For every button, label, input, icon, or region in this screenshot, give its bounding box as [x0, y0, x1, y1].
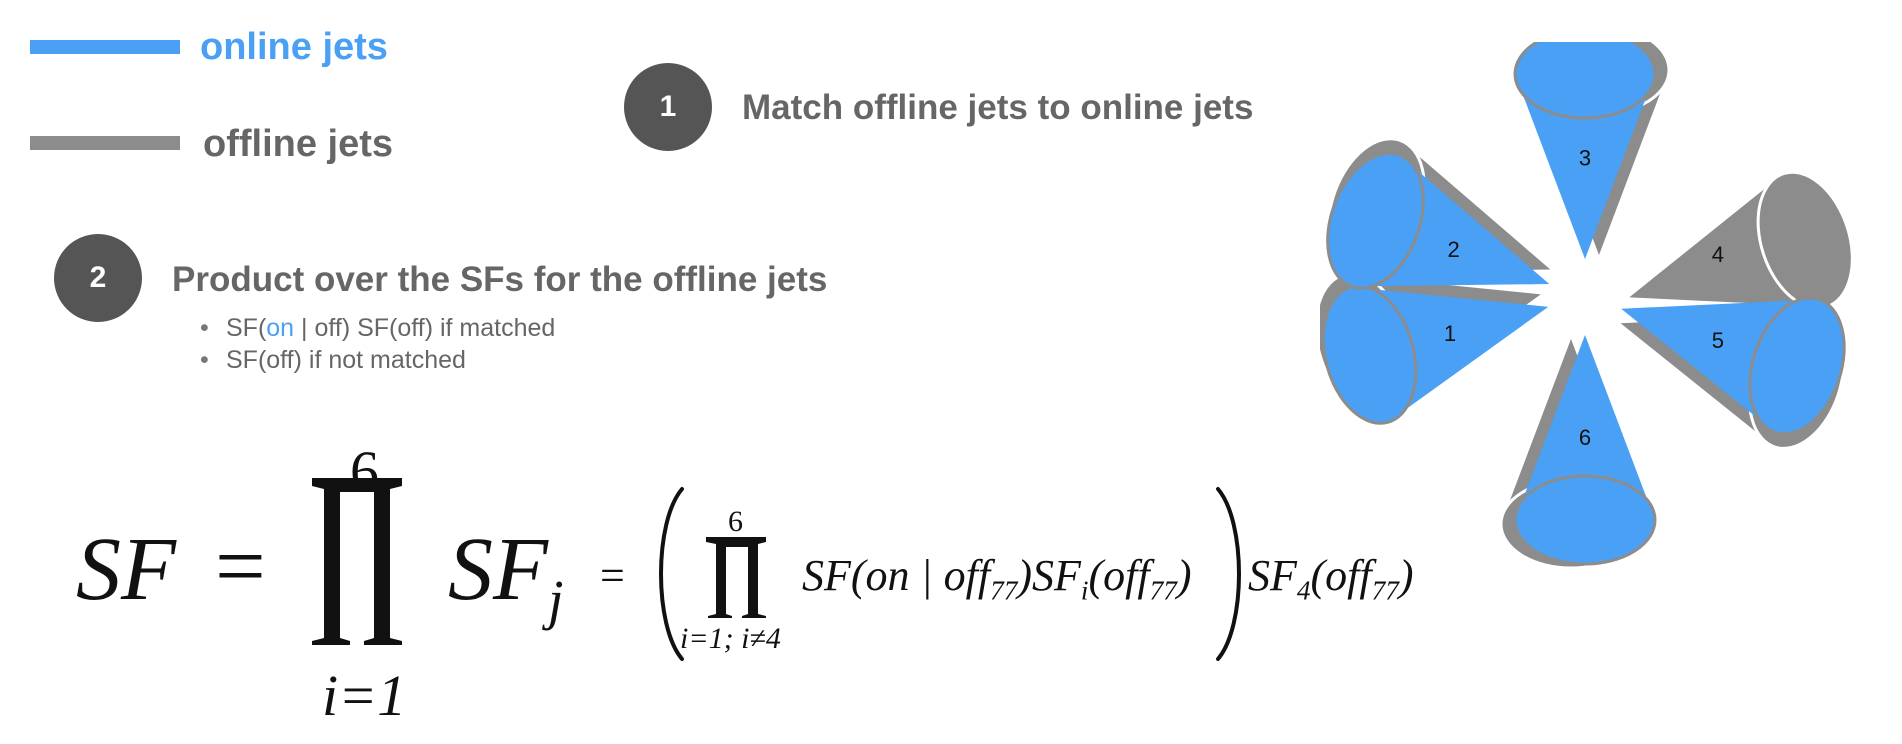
online-legend-label: online jets	[200, 26, 388, 68]
formula-equals: =	[215, 517, 266, 616]
jet-label-4: 4	[1712, 242, 1724, 267]
step-2-badge: 2	[54, 234, 142, 322]
step-2-text: Product over the SFs for the offline jet…	[172, 260, 828, 299]
jet-label-6: 6	[1579, 425, 1591, 450]
formula-lhs: SF	[76, 520, 176, 619]
inner-product-lower: i=1; i≠4	[680, 622, 781, 655]
big-product-lower: i=1	[322, 663, 407, 728]
step-2-bullets: SF(on | off) SF(off) if matched SF(off) …	[200, 312, 555, 376]
right-paren	[1216, 487, 1241, 661]
inner-product-sign	[706, 537, 766, 618]
jet-label-5: 5	[1712, 328, 1724, 353]
jet-label-1: 1	[1444, 321, 1456, 346]
formula-summand: SFj	[448, 520, 564, 632]
offline-legend-swatch	[30, 136, 180, 150]
jet-cones-diagram: 1 2 3 4 5 6	[1320, 42, 1854, 570]
jet-label-2: 2	[1448, 237, 1460, 262]
offline-legend-label: offline jets	[203, 123, 394, 165]
inner-product-upper: 6	[728, 505, 743, 538]
bullet-matched: SF(on | off) SF(off) if matched	[200, 312, 555, 344]
jet-label-3: 3	[1579, 145, 1591, 170]
jet-3	[1513, 42, 1671, 259]
big-product-upper: 6	[350, 439, 379, 504]
bullet-not-matched: SF(off) if not matched	[200, 344, 555, 376]
online-legend-swatch	[30, 40, 180, 54]
jet-6	[1499, 335, 1657, 570]
formula-equals-2: =	[600, 551, 625, 600]
step-1-badge: 1	[624, 63, 712, 151]
inner-product-term: SF(on | off77)SFi(off77)	[802, 551, 1192, 606]
step-1-text: Match offline jets to online jets	[742, 88, 1254, 127]
